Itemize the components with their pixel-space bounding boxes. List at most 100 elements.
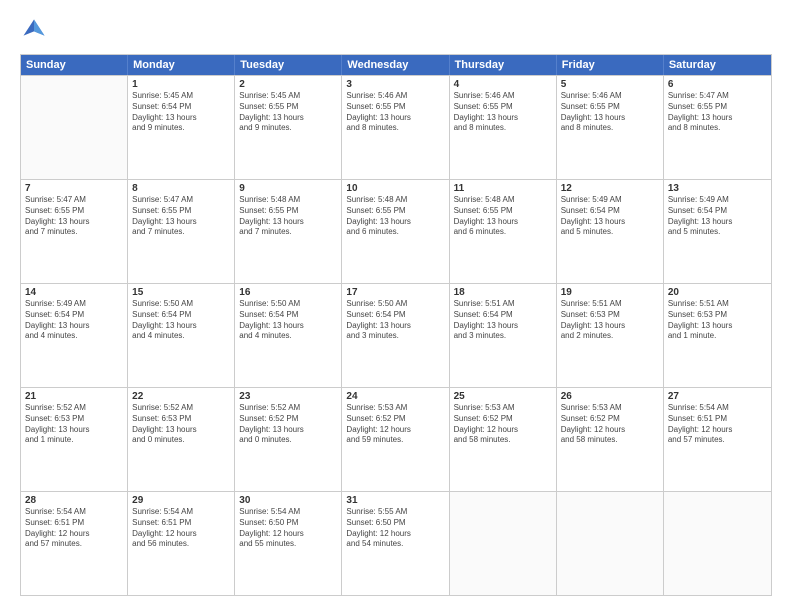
day-number: 4 <box>454 79 552 90</box>
weekday-header-tuesday: Tuesday <box>235 55 342 75</box>
calendar-row-2: 14Sunrise: 5:49 AM Sunset: 6:54 PM Dayli… <box>21 283 771 387</box>
day-info: Sunrise: 5:52 AM Sunset: 6:52 PM Dayligh… <box>239 403 337 446</box>
calendar-cell-25: 25Sunrise: 5:53 AM Sunset: 6:52 PM Dayli… <box>450 388 557 491</box>
day-number: 5 <box>561 79 659 90</box>
day-info: Sunrise: 5:46 AM Sunset: 6:55 PM Dayligh… <box>561 91 659 134</box>
header <box>20 16 772 44</box>
day-info: Sunrise: 5:55 AM Sunset: 6:50 PM Dayligh… <box>346 507 444 550</box>
calendar-cell-6: 6Sunrise: 5:47 AM Sunset: 6:55 PM Daylig… <box>664 76 771 179</box>
day-number: 25 <box>454 391 552 402</box>
day-info: Sunrise: 5:45 AM Sunset: 6:54 PM Dayligh… <box>132 91 230 134</box>
day-info: Sunrise: 5:53 AM Sunset: 6:52 PM Dayligh… <box>561 403 659 446</box>
day-number: 8 <box>132 183 230 194</box>
calendar-cell-13: 13Sunrise: 5:49 AM Sunset: 6:54 PM Dayli… <box>664 180 771 283</box>
day-info: Sunrise: 5:47 AM Sunset: 6:55 PM Dayligh… <box>132 195 230 238</box>
calendar-cell-18: 18Sunrise: 5:51 AM Sunset: 6:54 PM Dayli… <box>450 284 557 387</box>
empty-cell <box>557 492 664 595</box>
day-number: 15 <box>132 287 230 298</box>
calendar-cell-21: 21Sunrise: 5:52 AM Sunset: 6:53 PM Dayli… <box>21 388 128 491</box>
calendar-cell-15: 15Sunrise: 5:50 AM Sunset: 6:54 PM Dayli… <box>128 284 235 387</box>
day-info: Sunrise: 5:49 AM Sunset: 6:54 PM Dayligh… <box>25 299 123 342</box>
calendar-cell-14: 14Sunrise: 5:49 AM Sunset: 6:54 PM Dayli… <box>21 284 128 387</box>
day-number: 27 <box>668 391 767 402</box>
calendar-cell-17: 17Sunrise: 5:50 AM Sunset: 6:54 PM Dayli… <box>342 284 449 387</box>
day-number: 17 <box>346 287 444 298</box>
day-number: 16 <box>239 287 337 298</box>
calendar-cell-3: 3Sunrise: 5:46 AM Sunset: 6:55 PM Daylig… <box>342 76 449 179</box>
day-info: Sunrise: 5:50 AM Sunset: 6:54 PM Dayligh… <box>239 299 337 342</box>
day-info: Sunrise: 5:48 AM Sunset: 6:55 PM Dayligh… <box>239 195 337 238</box>
day-info: Sunrise: 5:54 AM Sunset: 6:50 PM Dayligh… <box>239 507 337 550</box>
day-info: Sunrise: 5:51 AM Sunset: 6:53 PM Dayligh… <box>561 299 659 342</box>
weekday-header-thursday: Thursday <box>450 55 557 75</box>
calendar-cell-8: 8Sunrise: 5:47 AM Sunset: 6:55 PM Daylig… <box>128 180 235 283</box>
day-info: Sunrise: 5:52 AM Sunset: 6:53 PM Dayligh… <box>132 403 230 446</box>
day-number: 10 <box>346 183 444 194</box>
calendar-cell-23: 23Sunrise: 5:52 AM Sunset: 6:52 PM Dayli… <box>235 388 342 491</box>
calendar-row-0: 1Sunrise: 5:45 AM Sunset: 6:54 PM Daylig… <box>21 75 771 179</box>
day-number: 19 <box>561 287 659 298</box>
day-number: 9 <box>239 183 337 194</box>
day-info: Sunrise: 5:48 AM Sunset: 6:55 PM Dayligh… <box>346 195 444 238</box>
day-info: Sunrise: 5:50 AM Sunset: 6:54 PM Dayligh… <box>132 299 230 342</box>
day-number: 6 <box>668 79 767 90</box>
calendar-cell-26: 26Sunrise: 5:53 AM Sunset: 6:52 PM Dayli… <box>557 388 664 491</box>
day-number: 22 <box>132 391 230 402</box>
day-info: Sunrise: 5:46 AM Sunset: 6:55 PM Dayligh… <box>454 91 552 134</box>
day-info: Sunrise: 5:47 AM Sunset: 6:55 PM Dayligh… <box>25 195 123 238</box>
calendar-cell-7: 7Sunrise: 5:47 AM Sunset: 6:55 PM Daylig… <box>21 180 128 283</box>
weekday-header-wednesday: Wednesday <box>342 55 449 75</box>
weekday-header-saturday: Saturday <box>664 55 771 75</box>
calendar-cell-31: 31Sunrise: 5:55 AM Sunset: 6:50 PM Dayli… <box>342 492 449 595</box>
calendar-cell-2: 2Sunrise: 5:45 AM Sunset: 6:55 PM Daylig… <box>235 76 342 179</box>
calendar-cell-30: 30Sunrise: 5:54 AM Sunset: 6:50 PM Dayli… <box>235 492 342 595</box>
calendar-cell-12: 12Sunrise: 5:49 AM Sunset: 6:54 PM Dayli… <box>557 180 664 283</box>
day-info: Sunrise: 5:49 AM Sunset: 6:54 PM Dayligh… <box>668 195 767 238</box>
day-info: Sunrise: 5:51 AM Sunset: 6:53 PM Dayligh… <box>668 299 767 342</box>
day-number: 29 <box>132 495 230 506</box>
day-number: 11 <box>454 183 552 194</box>
calendar-cell-27: 27Sunrise: 5:54 AM Sunset: 6:51 PM Dayli… <box>664 388 771 491</box>
day-number: 20 <box>668 287 767 298</box>
day-number: 28 <box>25 495 123 506</box>
day-info: Sunrise: 5:53 AM Sunset: 6:52 PM Dayligh… <box>454 403 552 446</box>
day-number: 23 <box>239 391 337 402</box>
calendar-cell-22: 22Sunrise: 5:52 AM Sunset: 6:53 PM Dayli… <box>128 388 235 491</box>
empty-cell <box>450 492 557 595</box>
day-info: Sunrise: 5:49 AM Sunset: 6:54 PM Dayligh… <box>561 195 659 238</box>
day-info: Sunrise: 5:52 AM Sunset: 6:53 PM Dayligh… <box>25 403 123 446</box>
day-number: 1 <box>132 79 230 90</box>
day-number: 2 <box>239 79 337 90</box>
day-number: 3 <box>346 79 444 90</box>
calendar-cell-24: 24Sunrise: 5:53 AM Sunset: 6:52 PM Dayli… <box>342 388 449 491</box>
calendar-cell-1: 1Sunrise: 5:45 AM Sunset: 6:54 PM Daylig… <box>128 76 235 179</box>
day-info: Sunrise: 5:53 AM Sunset: 6:52 PM Dayligh… <box>346 403 444 446</box>
calendar-cell-4: 4Sunrise: 5:46 AM Sunset: 6:55 PM Daylig… <box>450 76 557 179</box>
calendar-cell-20: 20Sunrise: 5:51 AM Sunset: 6:53 PM Dayli… <box>664 284 771 387</box>
calendar-cell-29: 29Sunrise: 5:54 AM Sunset: 6:51 PM Dayli… <box>128 492 235 595</box>
empty-cell <box>664 492 771 595</box>
weekday-header-monday: Monday <box>128 55 235 75</box>
calendar-header: SundayMondayTuesdayWednesdayThursdayFrid… <box>21 55 771 75</box>
calendar-cell-28: 28Sunrise: 5:54 AM Sunset: 6:51 PM Dayli… <box>21 492 128 595</box>
day-number: 31 <box>346 495 444 506</box>
day-info: Sunrise: 5:50 AM Sunset: 6:54 PM Dayligh… <box>346 299 444 342</box>
logo-icon <box>20 16 48 44</box>
calendar: SundayMondayTuesdayWednesdayThursdayFrid… <box>20 54 772 596</box>
calendar-cell-11: 11Sunrise: 5:48 AM Sunset: 6:55 PM Dayli… <box>450 180 557 283</box>
day-info: Sunrise: 5:46 AM Sunset: 6:55 PM Dayligh… <box>346 91 444 134</box>
day-number: 30 <box>239 495 337 506</box>
day-info: Sunrise: 5:48 AM Sunset: 6:55 PM Dayligh… <box>454 195 552 238</box>
empty-cell <box>21 76 128 179</box>
day-number: 26 <box>561 391 659 402</box>
day-number: 13 <box>668 183 767 194</box>
day-number: 18 <box>454 287 552 298</box>
day-info: Sunrise: 5:54 AM Sunset: 6:51 PM Dayligh… <box>132 507 230 550</box>
day-info: Sunrise: 5:47 AM Sunset: 6:55 PM Dayligh… <box>668 91 767 134</box>
day-info: Sunrise: 5:45 AM Sunset: 6:55 PM Dayligh… <box>239 91 337 134</box>
day-number: 14 <box>25 287 123 298</box>
calendar-cell-10: 10Sunrise: 5:48 AM Sunset: 6:55 PM Dayli… <box>342 180 449 283</box>
day-number: 24 <box>346 391 444 402</box>
weekday-header-friday: Friday <box>557 55 664 75</box>
day-info: Sunrise: 5:54 AM Sunset: 6:51 PM Dayligh… <box>668 403 767 446</box>
